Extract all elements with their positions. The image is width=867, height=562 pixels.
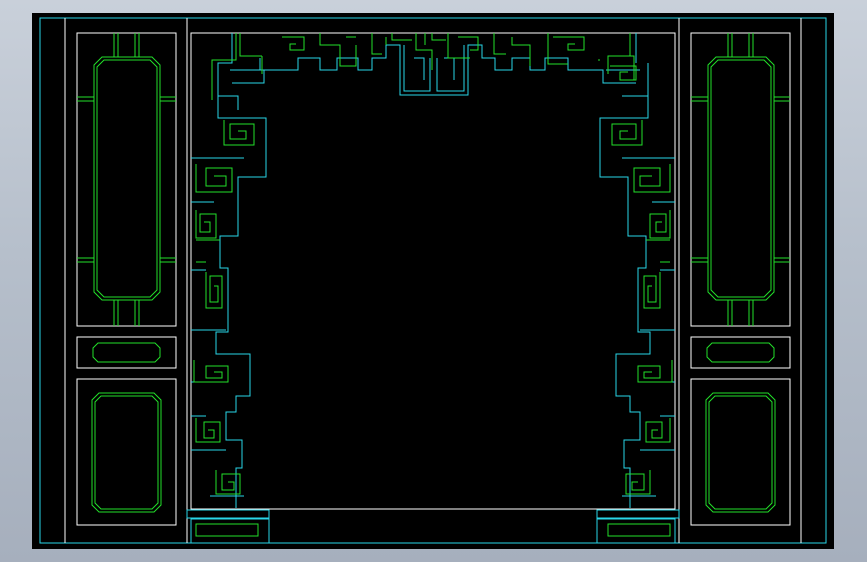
left-plinth-base xyxy=(190,518,270,544)
left-middle-panel-inset xyxy=(92,342,161,363)
right-lower-panel-inset-inner xyxy=(708,395,773,510)
right-plinth-inset xyxy=(607,523,671,537)
right-door-panel xyxy=(690,32,791,526)
right-upper-panel-frame xyxy=(690,32,791,327)
left-plinth-inset xyxy=(195,523,259,537)
right-plinth-base xyxy=(596,518,676,544)
drawing-viewport[interactable] xyxy=(32,13,834,549)
left-arch-outline-cyan xyxy=(191,96,267,508)
left-arch-fretwork xyxy=(186,96,270,544)
right-arch-outline-cyan xyxy=(599,96,675,508)
left-arch-keys-green xyxy=(193,120,255,495)
right-upper-panel-struts xyxy=(691,33,790,326)
top-fret-inner-cyan xyxy=(403,45,465,92)
right-upper-panel-inset-inner xyxy=(710,59,772,298)
left-middle-panel-frame xyxy=(76,336,177,369)
right-arch-fretwork xyxy=(596,96,680,544)
door-elevation-drawing xyxy=(39,17,827,544)
left-door-panel xyxy=(76,32,177,526)
left-lower-panel-inset xyxy=(91,392,162,513)
left-upper-panel-inset xyxy=(93,56,161,301)
left-plinth-top xyxy=(186,509,270,519)
right-middle-panel-frame xyxy=(690,336,791,369)
left-upper-panel-struts xyxy=(77,33,176,326)
right-upper-panel-inset xyxy=(707,56,775,301)
right-lower-panel-inset xyxy=(705,392,776,513)
left-lower-panel-inset-inner xyxy=(94,395,159,510)
top-fretwork xyxy=(211,33,649,110)
right-plinth-top xyxy=(596,509,680,519)
right-arch-keys-green xyxy=(611,120,673,495)
arch-opening xyxy=(190,32,676,510)
left-upper-panel-frame xyxy=(76,32,177,327)
left-upper-panel-inset-inner xyxy=(96,59,158,298)
right-middle-panel-inset xyxy=(706,342,775,363)
cad-application-window xyxy=(0,0,867,562)
